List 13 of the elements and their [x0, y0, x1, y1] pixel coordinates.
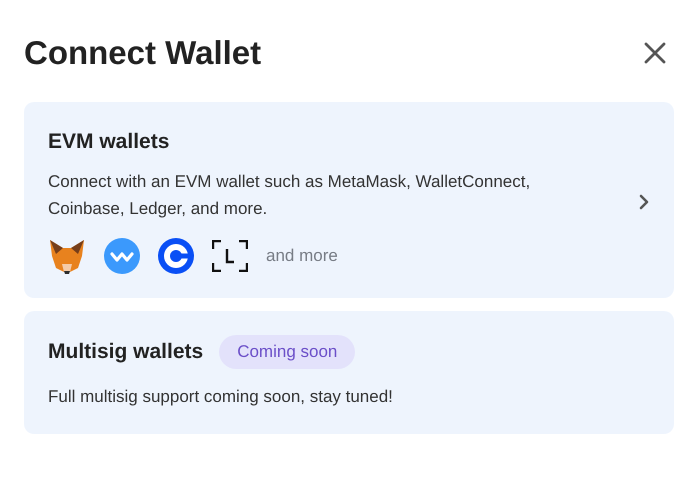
and-more-label: and more: [266, 246, 338, 266]
fox-logo-icon: [48, 238, 86, 274]
coin-logo-icon: [158, 238, 194, 274]
option-description: Connect with an EVM wallet such as MetaMask, WalletConnect, Coinbase, Ledger, and more.: [48, 171, 532, 220]
wallet-option-card[interactable]: EVM wallets Connect with an EVM wallet such as MetaMask, WalletConnect, Coinbase, Ledger, and more. and more: [24, 102, 674, 298]
dialog-title: Connect Wallet: [24, 34, 262, 72]
option-title: EVM wallets: [48, 130, 170, 154]
coming-soon-badge: Coming soon: [219, 335, 356, 369]
option-title: Multisig wallets: [48, 340, 204, 364]
wave-logo-icon: [104, 238, 140, 274]
option-description: Full multisig support coming soon, stay tuned!: [48, 386, 394, 408]
chevron-right-icon[interactable]: [638, 193, 650, 211]
ledger-logo-icon: [212, 240, 248, 272]
